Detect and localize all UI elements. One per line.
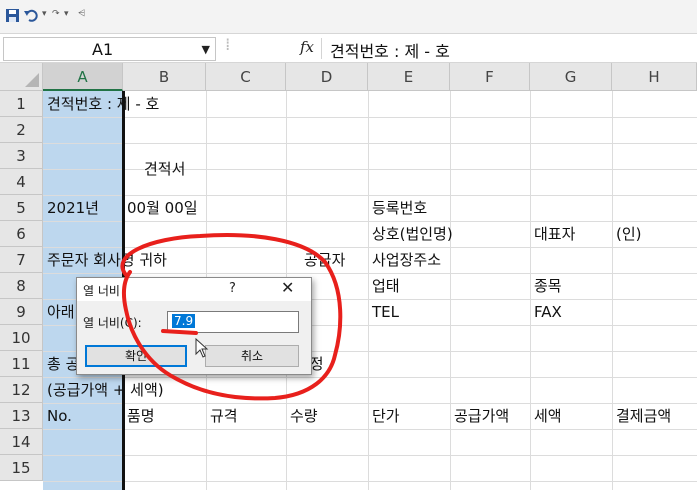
column-header-f[interactable]: F: [450, 63, 530, 91]
divider: [321, 38, 322, 59]
cell-a5[interactable]: 2021년: [47, 195, 99, 221]
row-header-6[interactable]: 6: [0, 221, 43, 247]
dialog-title: 열 너비: [83, 284, 120, 298]
gridline: [43, 221, 697, 222]
cell-e13[interactable]: 단가: [372, 403, 400, 429]
column-header-g[interactable]: G: [530, 63, 612, 91]
column-width-dialog: 열 너비 ? ✕ 열 너비(C): 7.9 확인 취소: [76, 277, 312, 375]
cell-e8[interactable]: 업태: [372, 273, 400, 299]
cell-h6[interactable]: (인): [616, 221, 642, 247]
row-header-11[interactable]: 11: [0, 351, 43, 377]
cell-f13[interactable]: 공급가액: [454, 403, 509, 429]
gridline: [43, 429, 697, 430]
cell-a1[interactable]: 견적번호 : 제 - 호: [47, 91, 159, 117]
row-header-10[interactable]: 10: [0, 325, 43, 351]
gridline: [612, 91, 613, 490]
cell-b13[interactable]: 품명: [127, 403, 155, 429]
cell-b3[interactable]: 견적서: [144, 156, 185, 182]
cell-a13[interactable]: No.: [47, 403, 72, 429]
ok-button[interactable]: 확인: [85, 345, 187, 367]
cell-a11[interactable]: 총 공: [47, 351, 79, 377]
cell-g8[interactable]: 종목: [534, 273, 562, 299]
cell-g6[interactable]: 대표자: [534, 221, 575, 247]
dialog-titlebar[interactable]: 열 너비 ? ✕: [77, 278, 311, 301]
cell-d7[interactable]: 공급자: [304, 247, 345, 273]
cell-d13[interactable]: 수량: [290, 403, 318, 429]
row-header-4[interactable]: 4: [0, 169, 43, 195]
column-header-e[interactable]: E: [368, 63, 450, 91]
cell-g13[interactable]: 세액: [534, 403, 562, 429]
mouse-pointer-icon: [195, 338, 209, 358]
gridline: [43, 455, 697, 456]
chevron-down-icon[interactable]: ▼: [202, 43, 210, 56]
column-header-d[interactable]: D: [286, 63, 368, 91]
gridline: [43, 117, 697, 118]
save-icon[interactable]: [5, 8, 20, 23]
name-box-value: A1: [92, 40, 114, 59]
cancel-button[interactable]: 취소: [205, 345, 299, 367]
cell-g9[interactable]: FAX: [534, 299, 562, 325]
select-all-button[interactable]: [0, 63, 43, 91]
cell-a9[interactable]: 아래: [47, 299, 75, 325]
gridline: [43, 169, 697, 170]
quick-access-toolbar: ▾ ↷ ▾ ⩤: [0, 0, 697, 33]
column-width-value: 7.9: [172, 314, 196, 328]
redo-icon[interactable]: ↷: [52, 9, 60, 19]
help-icon[interactable]: ?: [229, 281, 236, 296]
row-header-9[interactable]: 9: [0, 299, 43, 325]
column-header-a[interactable]: A: [43, 63, 123, 91]
cell-b5[interactable]: 00월 00일: [127, 195, 198, 221]
formula-bar-splitter-icon[interactable]: ⁞: [225, 35, 231, 55]
row-header-5[interactable]: 5: [0, 195, 43, 221]
gridline: [368, 91, 369, 490]
gridline: [43, 481, 697, 482]
cell-a12[interactable]: (공급가액 + 세액): [47, 377, 164, 403]
cell-c13[interactable]: 규격: [210, 403, 238, 429]
name-box[interactable]: A1 ▼: [3, 37, 216, 61]
gridline: [43, 273, 697, 274]
gridline: [530, 91, 531, 490]
row-header-3[interactable]: 3: [0, 143, 43, 169]
column-header-c[interactable]: C: [206, 63, 286, 91]
row-header-15[interactable]: 15: [0, 455, 43, 481]
cell-e7[interactable]: 사업장주소: [372, 247, 441, 273]
column-header-b[interactable]: B: [123, 63, 206, 91]
formula-bar: A1 ▼ ⁞ fx 견적번호 : 제 - 호: [0, 33, 697, 63]
row-header-2[interactable]: 2: [0, 117, 43, 143]
cell-e9[interactable]: TEL: [372, 299, 399, 325]
undo-icon[interactable]: [24, 8, 38, 22]
insert-function-icon[interactable]: fx: [300, 38, 314, 56]
cell-e5[interactable]: 등록번호: [372, 195, 427, 221]
row-header-14[interactable]: 14: [0, 429, 43, 455]
cell-a7[interactable]: 주문자 회사명 귀하: [47, 247, 167, 273]
undo-dropdown-icon[interactable]: ▾: [42, 9, 47, 19]
redo-dropdown-icon[interactable]: ▾: [64, 9, 69, 19]
column-width-input[interactable]: 7.9: [167, 311, 299, 333]
row-header-8[interactable]: 8: [0, 273, 43, 299]
row-header-13[interactable]: 13: [0, 403, 43, 429]
cell-e6[interactable]: 상호(법인명): [372, 221, 453, 247]
row-header-7[interactable]: 7: [0, 247, 43, 273]
column-header-h[interactable]: H: [612, 63, 697, 91]
cell-h13[interactable]: 결제금액: [616, 403, 671, 429]
customize-toolbar-icon[interactable]: ⩤: [78, 9, 85, 19]
row-header-1[interactable]: 1: [0, 91, 43, 117]
formula-input[interactable]: 견적번호 : 제 - 호: [330, 38, 450, 62]
gridline: [450, 91, 451, 490]
column-width-label: 열 너비(C):: [83, 316, 142, 330]
row-header-12[interactable]: 12: [0, 377, 43, 403]
close-icon[interactable]: ✕: [281, 278, 294, 297]
gridline: [43, 143, 697, 144]
